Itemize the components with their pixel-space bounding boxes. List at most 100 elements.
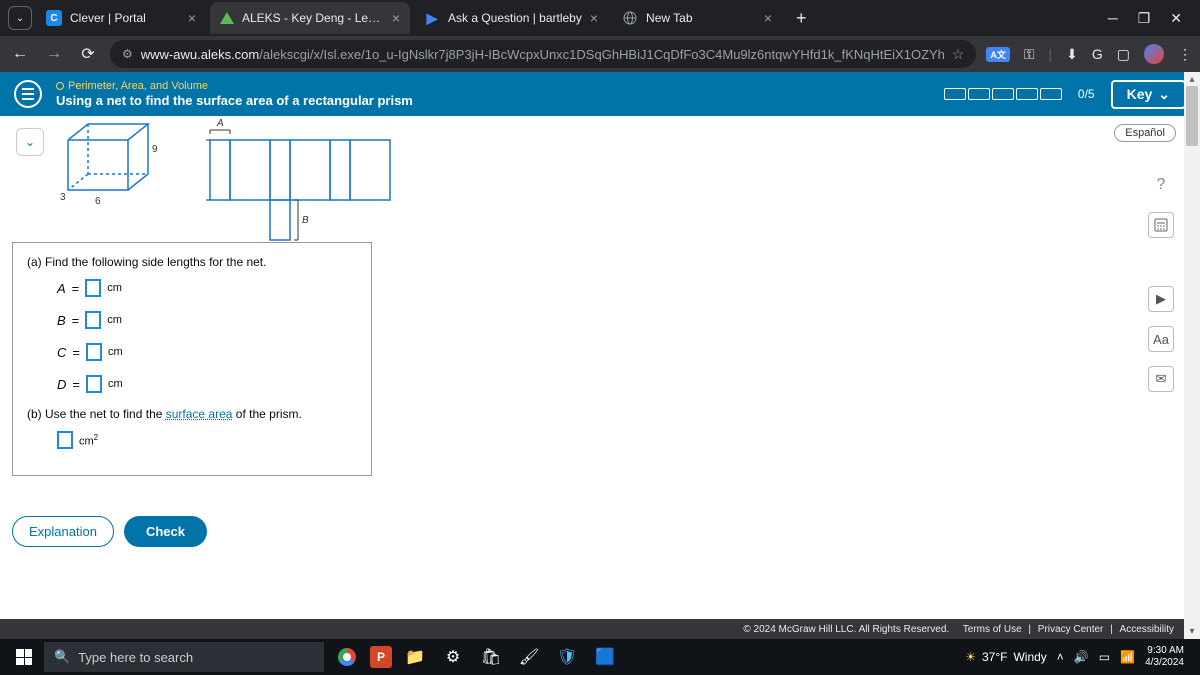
explanation-button[interactable]: Explanation: [12, 516, 114, 547]
site-info-icon[interactable]: ⚙: [122, 47, 133, 61]
var-label: A: [57, 281, 66, 296]
unit-label: cm: [107, 282, 122, 294]
tab-title: ALEKS - Key Deng - Learn: [242, 11, 384, 25]
translate-icon[interactable]: A文: [986, 47, 1010, 62]
address-bar[interactable]: ⚙ www-awu.aleks.com/alekscgi/x/Isl.exe/1…: [110, 40, 976, 68]
app-icon[interactable]: 🟦: [590, 642, 620, 672]
close-icon[interactable]: ×: [188, 10, 196, 26]
close-window-button[interactable]: ✕: [1170, 10, 1182, 27]
separator: |: [1107, 624, 1115, 635]
language-toggle[interactable]: Español: [1114, 124, 1176, 142]
start-button[interactable]: [6, 639, 42, 675]
back-button[interactable]: ←: [8, 45, 32, 63]
system-tray: ☀ 37°F Windy ˄ 🔊 ▭ 📶 9:30 AM 4/3/2024: [965, 645, 1194, 669]
close-icon[interactable]: ×: [392, 10, 400, 26]
tab-newtab[interactable]: New Tab ×: [612, 2, 782, 34]
input-row-c: C = cm: [57, 343, 357, 361]
answer-input-area[interactable]: [57, 431, 73, 449]
answer-input-b[interactable]: [85, 311, 101, 329]
download-icon[interactable]: ⬇: [1066, 46, 1078, 63]
question-panel: (a) Find the following side lengths for …: [12, 242, 372, 476]
battery-icon[interactable]: ▭: [1099, 650, 1110, 664]
progress-indicator: [944, 88, 1062, 100]
var-label: D: [57, 377, 66, 392]
tab-search-button[interactable]: ⌄: [8, 6, 32, 30]
separator: [953, 624, 959, 635]
clock-date: 4/3/2024: [1145, 657, 1184, 669]
security-app-icon[interactable]: 🛡: [552, 642, 582, 672]
unit-label: cm: [108, 378, 123, 390]
separator: |: [1026, 624, 1034, 635]
video-icon[interactable]: ▶: [1148, 286, 1174, 312]
accessibility-link[interactable]: Accessibility: [1120, 624, 1174, 635]
paint-app-icon[interactable]: 🖌: [514, 642, 544, 672]
file-explorer-icon[interactable]: 📁: [400, 642, 430, 672]
scroll-down-icon[interactable]: ▾: [1186, 626, 1198, 637]
side-toolbar: ? ▶ Aa ✉: [1148, 172, 1174, 392]
close-icon[interactable]: ×: [590, 10, 598, 26]
tab-aleks[interactable]: ALEKS - Key Deng - Learn ×: [210, 2, 410, 34]
close-icon[interactable]: ×: [764, 10, 772, 26]
page-scrollbar[interactable]: ▴ ▾: [1184, 72, 1200, 639]
new-tab-button[interactable]: +: [786, 8, 817, 29]
scroll-up-icon[interactable]: ▴: [1186, 74, 1198, 85]
window-controls: ─ ❐ ✕: [1108, 10, 1192, 27]
profile-avatar[interactable]: [1144, 44, 1164, 64]
taskbar-search[interactable]: 🔍 Type here to search: [44, 642, 324, 672]
answer-input-a[interactable]: [85, 279, 101, 297]
tab-overview-icon[interactable]: ▢: [1117, 46, 1130, 63]
menu-button[interactable]: [14, 80, 42, 108]
label-depth: 3: [60, 192, 66, 203]
help-icon[interactable]: ?: [1148, 172, 1174, 198]
privacy-link[interactable]: Privacy Center: [1038, 624, 1104, 635]
extensions-icon[interactable]: ⚿: [1024, 46, 1035, 63]
calculator-icon[interactable]: [1148, 212, 1174, 238]
prism-3d-figure: 3 6 9: [60, 120, 170, 210]
chrome-app-icon[interactable]: [332, 642, 362, 672]
google-lens-icon[interactable]: G: [1092, 46, 1103, 62]
tab-clever[interactable]: C Clever | Portal ×: [36, 2, 206, 34]
unit-label: cm: [108, 346, 123, 358]
part-a-prompt: (a) Find the following side lengths for …: [27, 255, 357, 269]
tab-title: Clever | Portal: [70, 11, 180, 25]
settings-app-icon[interactable]: ⚙: [438, 642, 468, 672]
collapse-figure-button[interactable]: ⌄: [16, 128, 44, 156]
taskbar-clock[interactable]: 9:30 AM 4/3/2024: [1145, 645, 1184, 669]
minimize-button[interactable]: ─: [1108, 10, 1118, 27]
breadcrumb[interactable]: Perimeter, Area, and Volume: [56, 80, 413, 92]
tray-chevron-icon[interactable]: ˄: [1057, 650, 1064, 664]
aleks-footer: © 2024 McGraw Hill LLC. All Rights Reser…: [735, 619, 1182, 639]
message-icon[interactable]: ✉: [1148, 366, 1174, 392]
menu-icon[interactable]: ⋮: [1178, 46, 1192, 63]
bookmark-star-icon[interactable]: ☆: [952, 46, 965, 63]
equals: =: [72, 313, 80, 328]
answer-input-c[interactable]: [86, 343, 102, 361]
glossary-link[interactable]: surface area: [166, 407, 233, 421]
key-button[interactable]: Key ⌄: [1111, 80, 1186, 109]
prism-svg: 3 6 9: [60, 120, 180, 220]
store-app-icon[interactable]: 🛍: [476, 642, 506, 672]
separator: |: [1049, 46, 1053, 62]
scroll-thumb[interactable]: [1186, 86, 1198, 146]
tab-bartleby[interactable]: ▶ Ask a Question | bartleby ×: [414, 2, 608, 34]
reload-button[interactable]: ⟳: [76, 44, 100, 64]
maximize-button[interactable]: ❐: [1138, 10, 1151, 27]
forward-button[interactable]: →: [42, 45, 66, 63]
windows-logo-icon: [16, 649, 32, 665]
weather-temp: 37°F: [982, 650, 1007, 664]
wifi-icon[interactable]: 📶: [1120, 650, 1135, 664]
answer-input-d[interactable]: [86, 375, 102, 393]
weather-widget[interactable]: ☀ 37°F Windy: [965, 650, 1047, 664]
clock-time: 9:30 AM: [1147, 645, 1184, 657]
terms-link[interactable]: Terms of Use: [963, 624, 1022, 635]
label-width: 6: [95, 196, 101, 207]
check-button[interactable]: Check: [124, 516, 207, 547]
unit-label: cm: [107, 314, 122, 326]
powerpoint-app-icon[interactable]: P: [370, 646, 392, 668]
bartleby-favicon: ▶: [424, 10, 440, 26]
volume-icon[interactable]: 🔊: [1074, 650, 1089, 664]
var-label: C: [57, 345, 66, 360]
equals: =: [72, 377, 80, 392]
input-row-a: A = cm: [57, 279, 357, 297]
text-size-icon[interactable]: Aa: [1148, 326, 1174, 352]
